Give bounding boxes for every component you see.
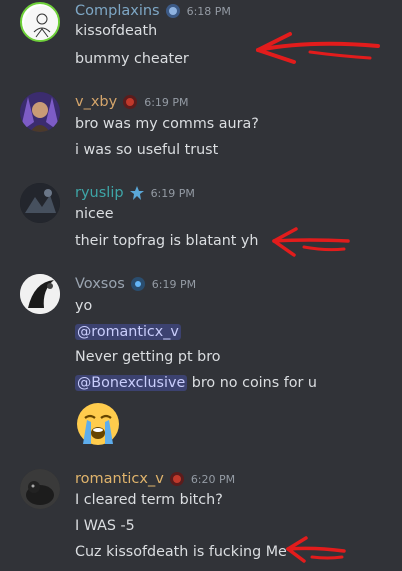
username[interactable]: ryuslip xyxy=(75,185,124,201)
timestamp: 6:20 PM xyxy=(190,472,236,486)
username[interactable]: v_xby xyxy=(75,94,117,110)
username[interactable]: Voxsos xyxy=(75,276,125,292)
message-text: I cleared term bitch? xyxy=(75,492,223,508)
message-text: Cuz kissofdeath is fucking Me xyxy=(75,544,287,560)
avatar[interactable] xyxy=(20,2,60,42)
message-text: i was so useful trust xyxy=(75,142,219,158)
loudly-crying-face-icon[interactable] xyxy=(73,400,123,448)
photo-avatar-image xyxy=(20,274,60,314)
timestamp: 6:19 PM xyxy=(151,277,197,291)
avatar[interactable] xyxy=(20,92,60,132)
message-text: bummy cheater xyxy=(75,51,189,67)
message-text: yo xyxy=(75,298,93,314)
message-text: bro was my comms aura? xyxy=(75,116,259,132)
user-mention[interactable]: @Bonexclusive xyxy=(75,375,188,391)
username[interactable]: romanticx_v xyxy=(75,471,164,487)
avatar[interactable] xyxy=(20,469,60,509)
user-mention[interactable]: @romanticx_v xyxy=(75,324,181,340)
message-text: I WAS -5 xyxy=(75,518,135,534)
role-badge-icon[interactable] xyxy=(165,3,181,19)
portrait-avatar-image xyxy=(20,92,60,132)
avatar[interactable] xyxy=(20,274,60,314)
sketch-avatar-image xyxy=(24,6,58,40)
timestamp: 6:18 PM xyxy=(186,4,231,18)
role-badge-icon[interactable] xyxy=(122,94,138,110)
photo-avatar-image xyxy=(20,469,60,509)
role-badge-icon[interactable] xyxy=(130,276,146,292)
avatar[interactable] xyxy=(20,183,60,223)
role-badge-icon[interactable] xyxy=(129,185,145,201)
photo-avatar-image xyxy=(20,183,60,223)
annotation-arrow-1 xyxy=(256,32,380,64)
message-text: their topfrag is blatant yh xyxy=(75,233,259,249)
annotation-arrow-2 xyxy=(272,227,350,257)
timestamp: 6:19 PM xyxy=(144,95,189,109)
message-text: bro no coins for u xyxy=(187,375,317,391)
role-badge-icon[interactable] xyxy=(169,471,185,487)
message-text: Never getting pt bro xyxy=(75,349,221,365)
message-text: nicee xyxy=(75,206,114,222)
mention-line: @Bonexclusive bro no coins for u xyxy=(75,373,317,393)
mention-line: @romanticx_v xyxy=(75,322,181,342)
username[interactable]: Complaxins xyxy=(75,3,160,19)
timestamp: 6:19 PM xyxy=(150,186,195,200)
annotation-arrow-3 xyxy=(286,536,346,563)
message-text: kissofdeath xyxy=(75,23,158,39)
